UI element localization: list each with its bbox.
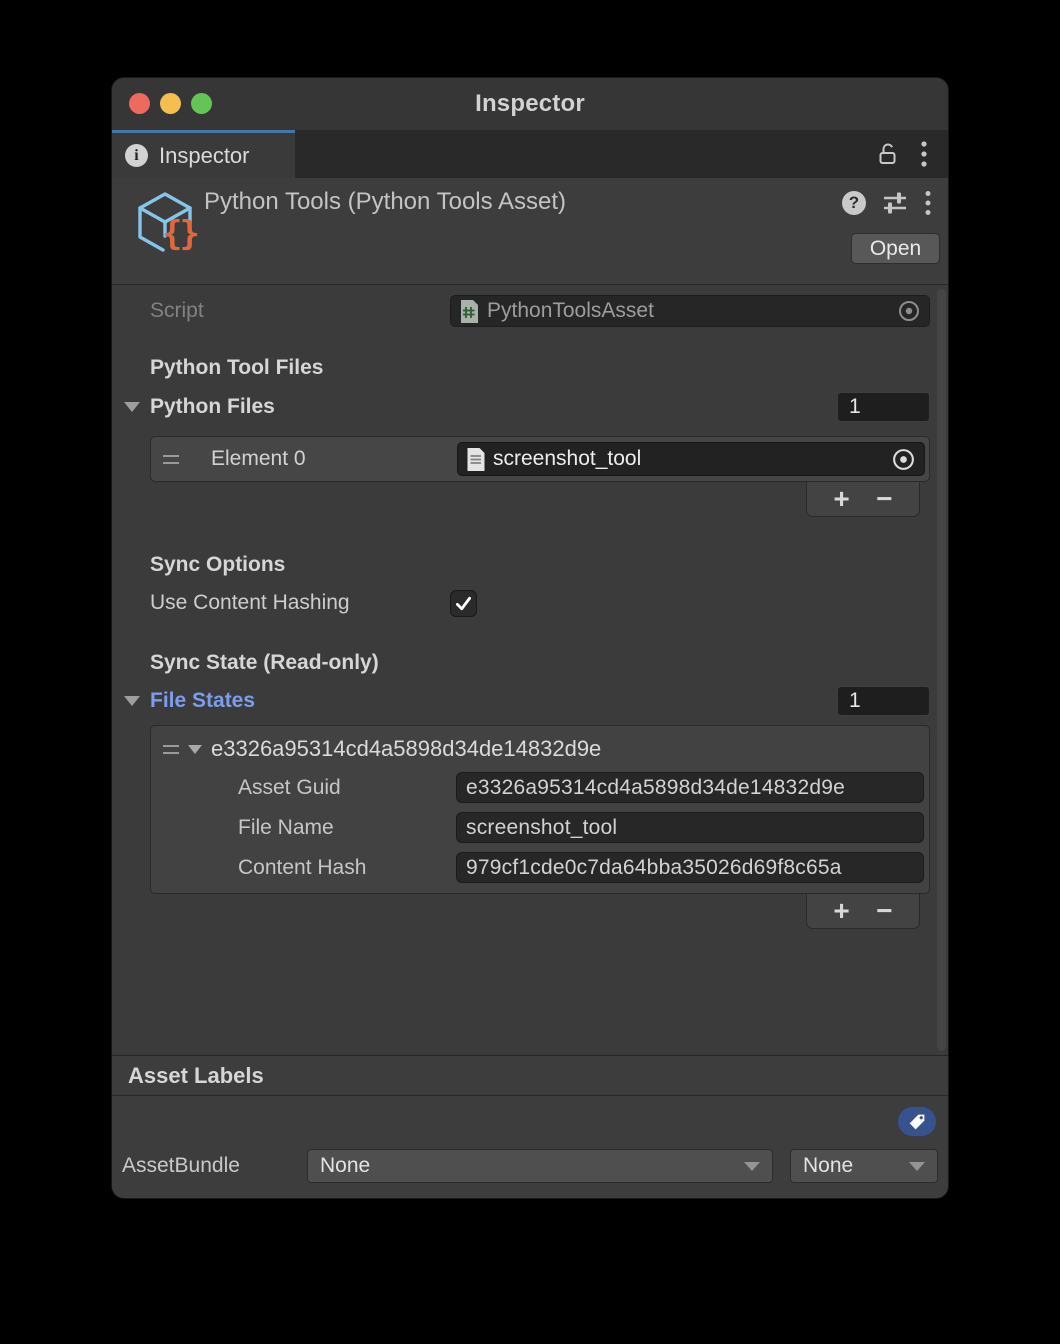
inspector-window: Inspector i Inspector [112, 78, 948, 1198]
python-files-size-field[interactable]: 1 [837, 392, 930, 422]
add-element-button[interactable]: + [833, 485, 849, 513]
tab-label: Inspector [159, 143, 250, 169]
text-asset-icon [466, 447, 486, 472]
content-hash-field[interactable]: 979cf1cde0c7da64bba35026d69f8c65a [456, 852, 924, 883]
asset-labels-title: Asset Labels [128, 1063, 264, 1089]
assetbundle-row: AssetBundle None None [122, 1149, 938, 1183]
foldout-triangle-icon[interactable] [124, 696, 140, 706]
assetbundle-value: None [320, 1154, 370, 1178]
remove-element-button[interactable]: − [876, 485, 892, 513]
file-name-row: File Name screenshot_tool [238, 812, 924, 843]
help-icon[interactable]: ? [842, 191, 866, 215]
content-hash-label: Content Hash [238, 856, 456, 880]
asset-guid-label: Asset Guid [238, 776, 456, 800]
component-title: Python Tools (Python Tools Asset) [204, 188, 566, 216]
object-picker-icon[interactable] [897, 299, 921, 323]
python-files-foldout-row: Python Files 1 [150, 392, 930, 422]
script-label: Script [150, 299, 450, 323]
python-tools-asset-icon: {} [134, 190, 200, 258]
file-states-label[interactable]: File States [150, 689, 255, 713]
window-title: Inspector [475, 90, 585, 118]
sync-options-heading: Sync Options [150, 553, 930, 577]
element-label: Element 0 [211, 447, 457, 471]
inspector-body: Script PythonToolsAsset Python Tool File… [112, 285, 948, 1055]
file-states-foldout-row: File States 1 [150, 686, 930, 716]
window-titlebar[interactable]: Inspector [112, 78, 948, 130]
element-object-field[interactable]: screenshot_tool [457, 442, 925, 476]
object-picker-icon[interactable] [891, 447, 916, 472]
asset-guid-field[interactable]: e3326a95314cd4a5898d34de14832d9e [456, 772, 924, 803]
asset-labels-body: AssetBundle None None [112, 1096, 948, 1198]
file-state-guid-header: e3326a95314cd4a5898d34de14832d9e [211, 736, 601, 762]
file-name-label: File Name [238, 816, 456, 840]
label-tag-button[interactable] [898, 1107, 936, 1136]
array-element-row[interactable]: Element 0 screenshot_tool [150, 436, 930, 482]
array-controls: + − [806, 894, 920, 929]
csharp-script-icon [459, 299, 480, 324]
foldout-triangle-icon[interactable] [188, 745, 202, 754]
window-controls [129, 93, 212, 114]
use-content-hashing-row: Use Content Hashing [150, 588, 930, 618]
assetbundle-dropdown[interactable]: None [307, 1149, 773, 1183]
file-name-field[interactable]: screenshot_tool [456, 812, 924, 843]
assetbundle-label: AssetBundle [122, 1154, 307, 1178]
dropdown-arrow-icon [744, 1162, 760, 1171]
checkmark-icon [453, 593, 474, 614]
component-menu-kebab-icon[interactable] [924, 190, 932, 216]
open-button[interactable]: Open [851, 233, 940, 264]
close-window-button[interactable] [129, 93, 150, 114]
file-states-size-field[interactable]: 1 [837, 686, 930, 716]
unlock-icon[interactable] [877, 142, 900, 167]
content-hash-row: Content Hash 979cf1cde0c7da64bba35026d69… [238, 852, 924, 883]
maximize-window-button[interactable] [191, 93, 212, 114]
asset-labels-header: Asset Labels [112, 1055, 948, 1096]
info-icon: i [125, 144, 148, 167]
asset-guid-row: Asset Guid e3326a95314cd4a5898d34de14832… [238, 772, 924, 803]
dropdown-arrow-icon [909, 1162, 925, 1171]
script-object-field[interactable]: PythonToolsAsset [450, 295, 930, 327]
python-files-label[interactable]: Python Files [150, 395, 275, 419]
remove-element-button[interactable]: − [876, 897, 892, 925]
drag-handle-icon[interactable] [163, 745, 179, 754]
use-content-hashing-checkbox[interactable] [450, 590, 477, 617]
minimize-window-button[interactable] [160, 93, 181, 114]
drag-handle-icon[interactable] [163, 455, 179, 464]
tag-icon [906, 1111, 928, 1133]
tab-inspector[interactable]: i Inspector [112, 130, 295, 178]
array-controls: + − [806, 482, 920, 517]
tab-bar: i Inspector [112, 130, 948, 178]
file-state-header[interactable]: e3326a95314cd4a5898d34de14832d9e [151, 726, 929, 772]
file-state-entry: e3326a95314cd4a5898d34de14832d9e Asset G… [150, 725, 930, 894]
script-row: Script PythonToolsAsset [150, 295, 930, 327]
component-header: {} Python Tools (Python Tools Asset) ? O… [112, 178, 948, 285]
assetbundle-variant-dropdown[interactable]: None [790, 1149, 938, 1183]
python-tool-files-heading: Python Tool Files [150, 356, 930, 380]
braces-icon: {} [162, 214, 197, 254]
scrollbar[interactable] [937, 289, 946, 1051]
script-value: PythonToolsAsset [487, 299, 890, 323]
assetbundle-variant-value: None [803, 1154, 853, 1178]
tab-menu-kebab-icon[interactable] [920, 140, 928, 168]
sync-state-heading: Sync State (Read-only) [150, 651, 930, 675]
element-value: screenshot_tool [493, 447, 884, 471]
presets-icon[interactable] [882, 190, 908, 216]
add-element-button[interactable]: + [833, 897, 849, 925]
use-content-hashing-label: Use Content Hashing [150, 591, 450, 615]
foldout-triangle-icon[interactable] [124, 402, 140, 412]
